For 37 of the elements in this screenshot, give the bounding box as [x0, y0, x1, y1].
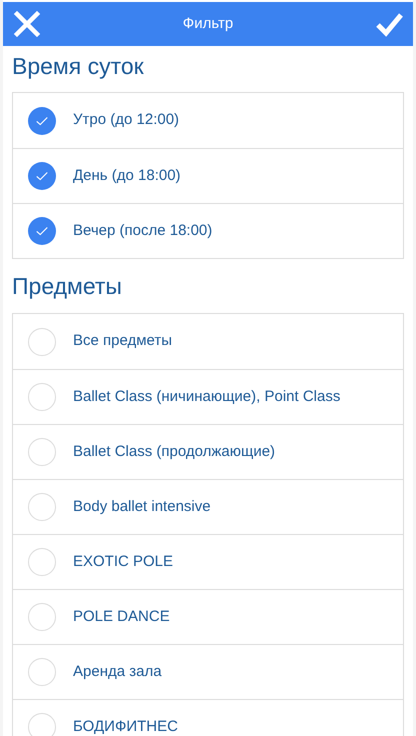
- checkbox[interactable]: [28, 162, 56, 190]
- checkbox[interactable]: [28, 658, 56, 686]
- option-label: Вечер (после 18:00): [73, 220, 212, 241]
- filter-option[interactable]: POLE DANCE: [13, 589, 403, 644]
- filter-option[interactable]: Body ballet intensive: [13, 479, 403, 534]
- section-title: Предметы: [12, 272, 123, 301]
- checkbox[interactable]: [28, 106, 56, 134]
- checkbox[interactable]: [28, 438, 56, 466]
- close-icon[interactable]: [13, 10, 41, 38]
- option-label: Ballet Class (ничинающие), Point Class: [73, 386, 340, 407]
- option-label: Все предметы: [73, 331, 172, 352]
- filter-option[interactable]: День (до 18:00): [13, 148, 403, 203]
- filter-option[interactable]: Ballet Class (продолжающие): [13, 424, 403, 479]
- option-label: Утро (до 12:00): [73, 110, 180, 130]
- option-label: EXOTIC POLE: [73, 552, 174, 572]
- section-title: Время суток: [12, 52, 145, 81]
- header-title: Фильтр: [182, 14, 234, 34]
- filter-option[interactable]: Вечер (после 18:00): [13, 203, 403, 258]
- checkbox[interactable]: [28, 548, 56, 576]
- checkbox[interactable]: [28, 493, 56, 521]
- option-label: Аренда зала: [73, 662, 162, 682]
- option-label: День (до 18:00): [73, 166, 181, 186]
- checkbox[interactable]: [28, 217, 56, 245]
- checkbox[interactable]: [28, 383, 56, 411]
- filter-option[interactable]: БОДИФИТНЕС: [13, 699, 403, 736]
- filter-option[interactable]: Утро (до 12:00): [13, 93, 403, 148]
- option-label: Ballet Class (продолжающие): [73, 442, 276, 462]
- filter-option[interactable]: Аренда зала: [13, 644, 403, 699]
- filter-option[interactable]: Все предметы: [13, 314, 403, 369]
- option-label: БОДИФИТНЕС: [73, 716, 178, 736]
- option-label: Body ballet intensive: [73, 496, 211, 517]
- checkbox[interactable]: [28, 328, 56, 356]
- filter-option[interactable]: EXOTIC POLE: [13, 534, 403, 589]
- checkbox[interactable]: [28, 603, 56, 631]
- checkbox[interactable]: [28, 713, 56, 736]
- filter-option[interactable]: Ballet Class (ничинающие), Point Class: [13, 369, 403, 424]
- option-label: POLE DANCE: [73, 606, 170, 627]
